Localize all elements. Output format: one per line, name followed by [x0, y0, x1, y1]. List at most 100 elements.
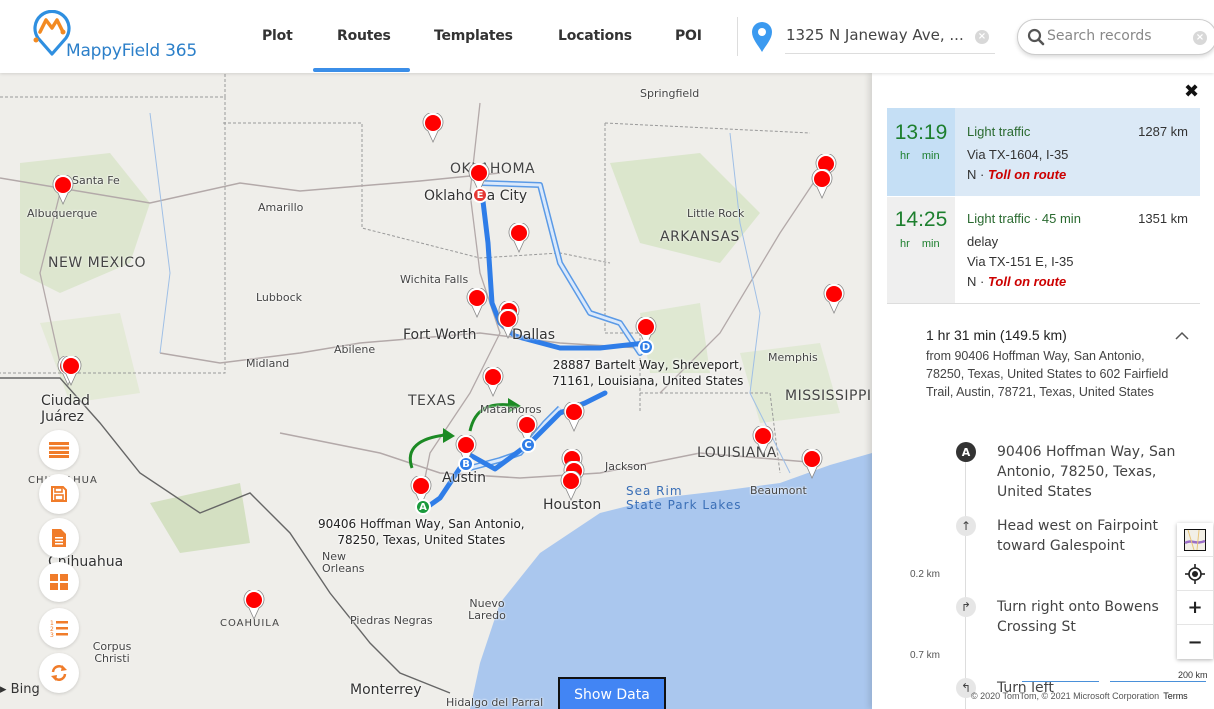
label-fort-worth: Fort Worth: [403, 327, 477, 343]
route-option-2[interactable]: 14:25 hr min Light traffic · 45 min 1351…: [887, 197, 1200, 304]
search-records-input[interactable]: Search records ×: [1017, 19, 1214, 55]
label-texas: TEXAS: [408, 393, 456, 409]
label-piedras-negras: New Orleans: [322, 550, 365, 575]
route-2-info: Light traffic · 45 min 1351 km delay Via…: [955, 197, 1200, 303]
step-3-text[interactable]: Turn right onto Bowens Crossing St: [997, 597, 1197, 637]
map-pin-marker[interactable]: [60, 354, 82, 386]
app-root: MappyField 365 Plot Routes Templates Loc…: [0, 0, 1214, 709]
map-pin-marker[interactable]: [482, 365, 504, 397]
map-pin-icon: [422, 111, 444, 143]
waypoint-b[interactable]: B: [458, 456, 474, 472]
save-button[interactable]: [39, 474, 79, 514]
label-sea-rim: Sea Rim: [626, 484, 683, 498]
map-pin-icon: [823, 282, 845, 314]
map-pin-marker[interactable]: [508, 221, 530, 253]
map-pin-marker[interactable]: [52, 173, 74, 205]
map-pin-marker[interactable]: [752, 424, 774, 456]
map-pin-marker[interactable]: [811, 167, 833, 199]
step-1-text[interactable]: 90406 Hoffman Way, San Antonio, 78250, T…: [997, 442, 1197, 502]
waypoint-d[interactable]: D: [638, 339, 654, 355]
menu-icon: [49, 442, 69, 458]
route-2-distance: 1351 km: [1138, 211, 1188, 226]
nav-locations[interactable]: Locations: [558, 28, 632, 44]
numbered-list-button[interactable]: 1 2 3: [39, 608, 79, 648]
label-santa-fe: Santa Fe: [72, 174, 120, 187]
show-data-button[interactable]: Show Data: [558, 677, 666, 709]
label-springfield: Springfield: [640, 87, 700, 100]
search-placeholder: Search records: [1047, 28, 1152, 44]
nav-poi[interactable]: POI: [675, 28, 702, 44]
zoom-in-button[interactable]: +: [1177, 591, 1213, 625]
map-pin-marker[interactable]: [422, 111, 444, 143]
address-label-shreveport: 28887 Bartelt Way, Shreveport, 71161, Lo…: [552, 358, 744, 388]
map-pin-marker[interactable]: [823, 282, 845, 314]
brand-name: MappyField 365: [66, 41, 198, 61]
refresh-button[interactable]: [39, 653, 79, 693]
route-option-1[interactable]: 13:19 hr min Light traffic 1287 km Via T…: [887, 108, 1200, 196]
route-1-via: Via TX-1604, I-35: [967, 147, 1069, 162]
map-style-button[interactable]: [1177, 523, 1213, 557]
map-pin-marker[interactable]: [497, 307, 519, 339]
arrow-up-icon: ↑: [956, 516, 976, 536]
map-pin-icon: [563, 400, 585, 432]
location-input[interactable]: 1325 N Janeway Ave, ... ×: [785, 22, 995, 54]
label-albuquerque: Albuquerque: [27, 207, 98, 220]
map-pin-icon: [508, 221, 530, 253]
collapse-chevron-icon[interactable]: [1175, 331, 1189, 340]
steps-timeline: [965, 456, 966, 709]
map-canvas[interactable]: Santa Fe Albuquerque Amarillo Lubbock Mi…: [0, 73, 872, 709]
grid-button[interactable]: [39, 562, 79, 602]
map-pin-marker[interactable]: [801, 447, 823, 479]
map-pin-marker[interactable]: [466, 286, 488, 318]
step-2-distance: 0.2 km: [910, 569, 941, 580]
route-summary-desc: from 90406 Hoffman Way, San Antonio, 782…: [926, 349, 1169, 399]
label-jackson: Memphis: [768, 351, 818, 364]
waypoint-a[interactable]: A: [415, 499, 431, 515]
zoom-out-button[interactable]: −: [1177, 625, 1213, 659]
label-arkansas: ARKANSAS: [660, 229, 740, 245]
label-oklahoma: OKLAHOMA: [450, 161, 536, 177]
map-pin-icon: [752, 424, 774, 456]
terms-link[interactable]: Terms: [1163, 691, 1188, 701]
map-pin-marker[interactable]: [563, 400, 585, 432]
map-pin-icon: [560, 469, 582, 501]
route-2-time-col: 14:25 hr min: [887, 197, 955, 303]
waypoint-c[interactable]: C: [520, 437, 536, 453]
close-panel-icon[interactable]: ✖: [1184, 81, 1199, 102]
map-pin-marker[interactable]: [560, 469, 582, 501]
clear-location-icon[interactable]: ×: [975, 30, 989, 44]
document-button[interactable]: [39, 518, 79, 558]
locate-icon: [1185, 563, 1205, 584]
turn-right-icon: ↱: [956, 597, 976, 617]
map-pin-icon: [52, 173, 74, 205]
waypoint-e[interactable]: E: [472, 187, 488, 203]
clear-search-icon[interactable]: ×: [1193, 31, 1207, 45]
grid-icon: [50, 574, 68, 590]
label-wichita-falls: Wichita Falls: [400, 273, 469, 286]
nav-templates[interactable]: Templates: [434, 28, 513, 44]
map-pin-marker[interactable]: [243, 588, 265, 620]
scale-km: 200 km: [1178, 670, 1208, 680]
svg-text:3: 3: [50, 632, 54, 637]
nav-routes[interactable]: Routes: [337, 28, 391, 44]
map-pin-icon: [497, 307, 519, 339]
menu-button[interactable]: [39, 430, 79, 470]
top-header: MappyField 365 Plot Routes Templates Loc…: [0, 0, 1214, 73]
map-pin-icon: [243, 588, 265, 620]
location-input-value: 1325 N Janeway Ave, ...: [786, 26, 964, 44]
label-little-rock: Little Rock: [687, 207, 745, 220]
route-2-toll: Toll on route: [987, 274, 1067, 289]
label-amarillo: Amarillo: [258, 201, 304, 214]
map-pin-icon: [801, 447, 823, 479]
map-controls: + −: [1177, 523, 1213, 659]
minus-icon: −: [1187, 631, 1203, 653]
route-2-units: hr min: [900, 238, 940, 250]
label-nuevo-laredo: Piedras Negras: [350, 614, 433, 627]
route-2-toll-line: N · Toll on route: [967, 274, 1067, 289]
step-2-text[interactable]: Head west on Fairpoint toward Galespoint: [997, 516, 1197, 556]
locate-button[interactable]: [1177, 557, 1213, 591]
label-state-park-lakes: State Park Lakes: [626, 498, 742, 512]
map-base-layer: [0, 73, 872, 709]
map-attribution: © 2020 TomTom, © 2021 Microsoft Corporat…: [971, 691, 1188, 701]
nav-plot[interactable]: Plot: [262, 28, 293, 44]
